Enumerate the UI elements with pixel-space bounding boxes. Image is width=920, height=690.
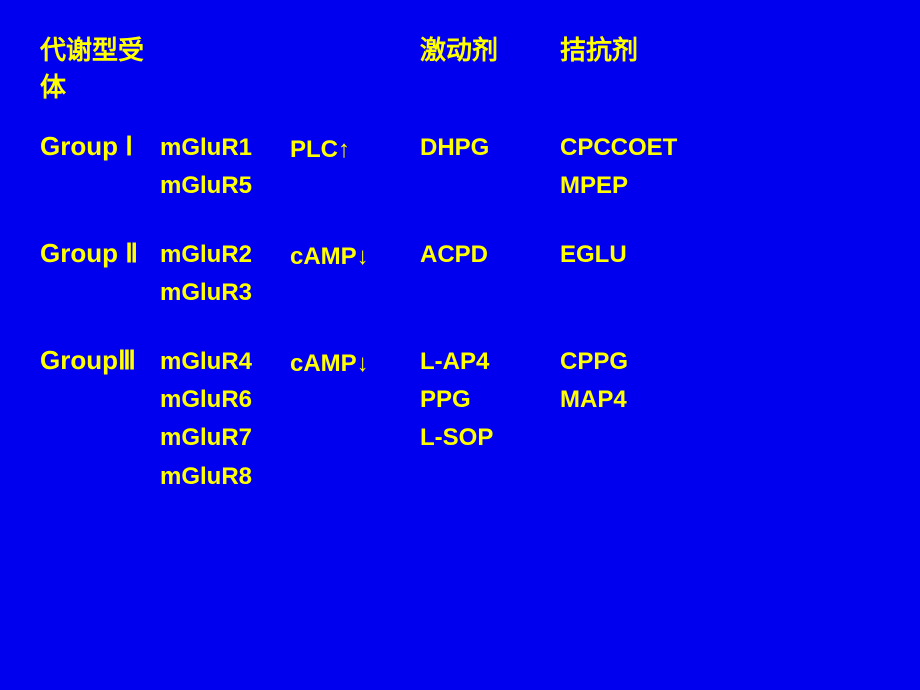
group-iii-receptors: mGluR4 mGluR6 mGluR7 mGluR8	[160, 343, 290, 497]
group-ii-agonist-1: ACPD	[420, 236, 560, 274]
group-i-agonists: DHPG	[420, 129, 560, 167]
group-iii-section: GroupⅢ mGluR4 mGluR6 mGluR7 mGluR8 cAMP↓…	[40, 343, 880, 497]
group-ii-receptors: mGluR2 mGluR3	[160, 236, 290, 313]
group-iii-agonist-3: L-SOP	[420, 419, 560, 457]
group-i-agonist-1: DHPG	[420, 129, 560, 167]
group-i-signaling: PLC↑	[290, 129, 420, 169]
group-iii-receptor-2: mGluR6	[160, 381, 290, 419]
group-ii-antagonist-1: EGLU	[560, 236, 760, 274]
slide: 代谢型受体 激动剂 拮抗剂 Group Ⅰ mGluR1 mGluR5 PLC↑…	[0, 0, 920, 690]
group-iii-antagonists: CPPG MAP4	[560, 343, 760, 420]
group-ii-signaling: cAMP↓	[290, 236, 420, 276]
col-header-spacer1	[160, 30, 290, 104]
group-iii-agonists: L-AP4 PPG L-SOP	[420, 343, 560, 458]
col-header-agonist: 激动剂	[420, 30, 560, 104]
col-header-antagonist: 拮抗剂	[560, 30, 760, 104]
group-ii-section: Group Ⅱ mGluR2 mGluR3 cAMP↓ ACPD EGLU	[40, 236, 880, 313]
header-row: 代谢型受体 激动剂 拮抗剂	[40, 30, 880, 104]
group-ii-receptor-1: mGluR2	[160, 236, 290, 274]
group-ii-agonists: ACPD	[420, 236, 560, 274]
group-i-receptor-2: mGluR5	[160, 167, 290, 205]
group-i-label: Group Ⅰ	[40, 129, 160, 162]
group-i-receptors: mGluR1 mGluR5	[160, 129, 290, 206]
group-iii-agonist-1: L-AP4	[420, 343, 560, 381]
group-ii-receptor-2: mGluR3	[160, 274, 290, 312]
col-header-spacer2	[290, 30, 420, 104]
group-i-section: Group Ⅰ mGluR1 mGluR5 PLC↑ DHPG CPCCOET …	[40, 129, 880, 206]
group-ii-label: Group Ⅱ	[40, 236, 160, 269]
group-i-receptor-1: mGluR1	[160, 129, 290, 167]
col-header-receptor: 代谢型受体	[40, 30, 160, 104]
group-iii-agonist-2: PPG	[420, 381, 560, 419]
group-iii-antagonist-2: MAP4	[560, 381, 760, 419]
group-i-antagonist-1: CPCCOET	[560, 129, 760, 167]
group-iii-antagonist-1: CPPG	[560, 343, 760, 381]
group-iii-receptor-3: mGluR7	[160, 419, 290, 457]
group-iii-signaling: cAMP↓	[290, 343, 420, 383]
group-iii-label: GroupⅢ	[40, 343, 160, 376]
group-i-antagonists: CPCCOET MPEP	[560, 129, 760, 206]
group-i-antagonist-2: MPEP	[560, 167, 760, 205]
group-iii-receptor-4: mGluR8	[160, 458, 290, 496]
group-iii-receptor-1: mGluR4	[160, 343, 290, 381]
group-ii-antagonists: EGLU	[560, 236, 760, 274]
